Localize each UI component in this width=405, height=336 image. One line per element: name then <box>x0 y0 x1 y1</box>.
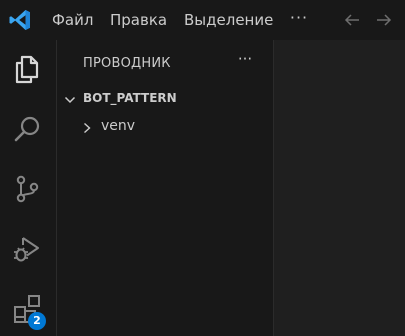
vscode-logo-icon[interactable] <box>8 8 32 32</box>
tree-item-label: venv <box>101 118 136 134</box>
sidebar-more-button[interactable]: ··· <box>233 50 257 72</box>
run-debug-icon[interactable] <box>12 234 42 264</box>
sidebar-title: ПРОВОДНИК <box>83 56 171 71</box>
explorer-sidebar: ПРОВОДНИК ··· BOT_PATTERN venv <box>56 40 274 336</box>
title-bar: Файл Правка Выделение ··· <box>0 0 405 40</box>
menu-more-button[interactable]: ··· <box>288 0 310 40</box>
extensions-badge: 2 <box>28 312 46 330</box>
source-control-icon[interactable] <box>12 174 42 204</box>
arrow-right-icon[interactable] <box>374 10 394 30</box>
activity-bar <box>0 40 56 336</box>
explorer-icon[interactable] <box>12 54 42 84</box>
editor-area <box>274 40 405 336</box>
chevron-down-icon <box>64 96 76 104</box>
menu-selection[interactable]: Выделение <box>184 0 273 40</box>
menu-file[interactable]: Файл <box>52 0 93 40</box>
menu-edit[interactable]: Правка <box>110 0 167 40</box>
arrow-left-icon[interactable] <box>342 10 362 30</box>
workspace-folder-header[interactable]: BOT_PATTERN <box>58 88 272 112</box>
workspace-folder-name: BOT_PATTERN <box>83 91 177 105</box>
tree-item-venv[interactable]: venv <box>58 116 272 140</box>
chevron-right-icon <box>84 122 91 134</box>
search-icon[interactable] <box>12 114 42 144</box>
